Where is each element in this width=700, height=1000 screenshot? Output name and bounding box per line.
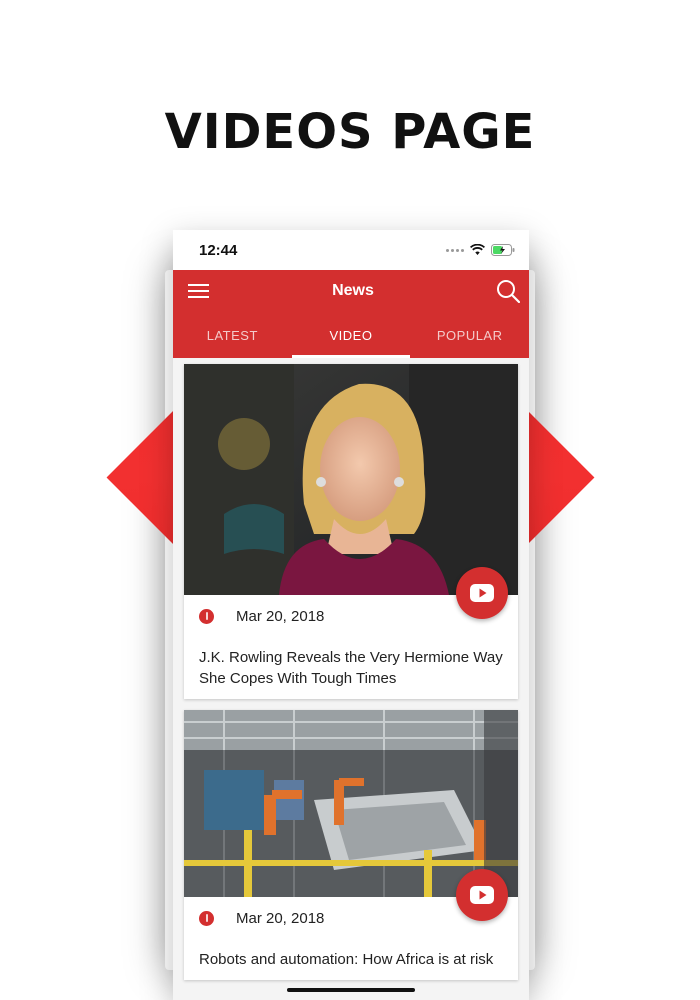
search-icon[interactable] xyxy=(496,279,520,303)
card-title[interactable]: J.K. Rowling Reveals the Very Hermione W… xyxy=(184,637,518,699)
video-thumbnail[interactable] xyxy=(184,710,518,897)
phone-frame: 12:44 News LATEST VIDEO POPULAR Mar 20, … xyxy=(173,230,529,1000)
app-title: News xyxy=(332,282,374,299)
tab-popular[interactable]: POPULAR xyxy=(410,312,529,358)
video-card[interactable]: Mar 20, 2018 Robots and automation: How … xyxy=(184,710,518,980)
wifi-icon xyxy=(470,244,485,255)
play-video-button[interactable] xyxy=(456,567,508,619)
card-date: Mar 20, 2018 xyxy=(236,607,325,625)
category-icon xyxy=(199,608,214,624)
status-time: 12:44 xyxy=(199,241,238,259)
signal-icon xyxy=(446,248,464,252)
battery-icon xyxy=(491,244,515,256)
card-title[interactable]: Robots and automation: How Africa is at … xyxy=(184,939,518,980)
youtube-play-icon xyxy=(470,886,494,904)
home-indicator[interactable] xyxy=(287,988,415,992)
tab-bar: LATEST VIDEO POPULAR xyxy=(173,312,529,358)
video-card[interactable]: Mar 20, 2018 J.K. Rowling Reveals the Ve… xyxy=(184,364,518,699)
tab-video[interactable]: VIDEO xyxy=(291,312,411,358)
menu-icon[interactable] xyxy=(188,283,210,299)
card-date: Mar 20, 2018 xyxy=(236,909,325,927)
youtube-play-icon xyxy=(470,584,494,602)
category-icon xyxy=(199,910,214,926)
page-heading: VIDEOS PAGE xyxy=(164,104,536,160)
tab-latest[interactable]: LATEST xyxy=(173,312,292,358)
play-video-button[interactable] xyxy=(456,869,508,921)
video-thumbnail[interactable] xyxy=(184,364,518,595)
status-bar: 12:44 xyxy=(173,230,529,270)
video-feed: Mar 20, 2018 J.K. Rowling Reveals the Ve… xyxy=(173,358,529,1000)
app-bar: News LATEST VIDEO POPULAR xyxy=(173,270,529,358)
status-icons xyxy=(446,244,515,256)
